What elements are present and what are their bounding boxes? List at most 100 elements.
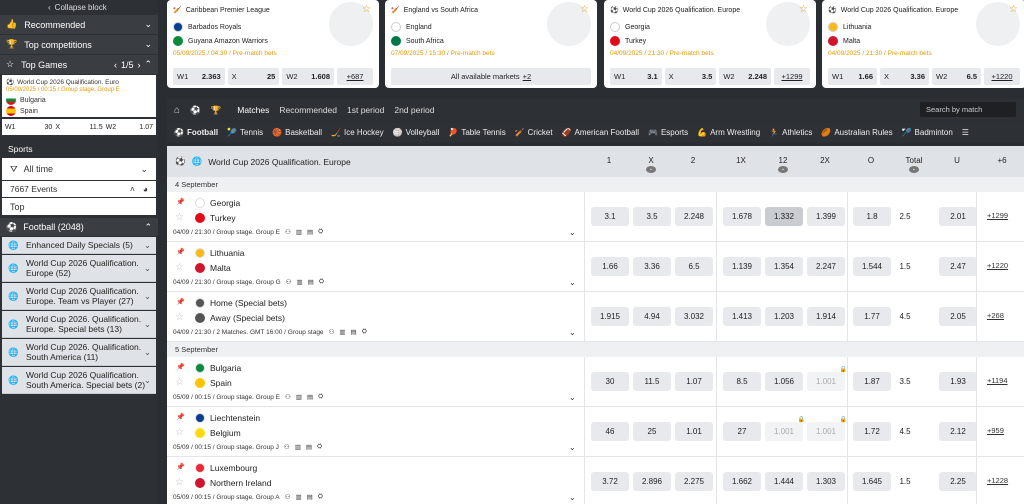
odd-cell[interactable]: 1.645 <box>853 472 891 491</box>
event-info[interactable]: 📌 ☆ Home (Special bets) Away (Special bets)… <box>167 292 585 341</box>
odd-button[interactable]: X 25 <box>227 68 280 85</box>
odd-cell[interactable]: 1.399 <box>807 207 845 226</box>
stats-icon[interactable]: ⚇ <box>285 393 291 401</box>
more-markets-button[interactable]: +1220 <box>984 68 1020 85</box>
star-icon[interactable]: ☆ <box>175 262 184 273</box>
odd-cell[interactable]: 2.248 <box>675 207 713 226</box>
odd-cell[interactable]: 1.662 <box>723 472 761 491</box>
lineup-icon[interactable]: ⛭ <box>318 393 323 401</box>
chevron-down-icon[interactable]: ⌄ <box>569 493 576 502</box>
odd-cell[interactable]: 3.36 <box>633 257 671 276</box>
sidebar-item-top-competitions[interactable]: 🏆 Top competitions ⌄ <box>0 35 158 54</box>
top-match-card[interactable]: ⚽ World Cup 2026 Qualification. Europe ☆ Li… <box>822 0 1024 88</box>
odd-cell[interactable]: 1.87 <box>853 372 891 391</box>
star-icon[interactable]: ☆ <box>175 312 184 323</box>
odd-cell[interactable]: 1.001 🔒 <box>807 417 847 441</box>
top-match-card[interactable]: 🏏 England vs South Africa ☆ England South Af… <box>385 0 597 88</box>
sport-tab-ice-hockey[interactable]: 🏒 Ice Hockey <box>331 128 384 137</box>
odd-x[interactable]: X 11.5 <box>55 124 102 131</box>
championship-title[interactable]: World Cup 2026 Qualification. Europe <box>208 157 351 167</box>
odd-cell[interactable]: 2.247 <box>807 257 845 276</box>
odd-cell[interactable]: 30 <box>591 372 629 391</box>
chart-icon[interactable]: ▥ <box>296 393 302 401</box>
chart-icon[interactable]: ▥ <box>295 493 301 501</box>
stats-icon[interactable]: ⚇ <box>284 443 290 451</box>
sidebar-category[interactable]: 🌐 World Cup 2026 Qualification. South Ame… <box>2 367 156 394</box>
chevron-down-icon[interactable]: ⌄ <box>569 443 576 452</box>
odd-w2[interactable]: W2 1.07 <box>106 124 153 131</box>
odd-cell[interactable]: 1.001 🔒 <box>807 367 847 391</box>
sidebar-category[interactable]: 🌐 World Cup 2026 Qualification. Europe. T… <box>2 283 156 310</box>
more-markets-link[interactable]: +1228 <box>987 476 1008 485</box>
odd-cell[interactable]: 1.056 <box>765 372 803 391</box>
lineup-icon[interactable]: ⛭ <box>318 493 323 501</box>
sport-tab-basketball[interactable]: 🏀 Basketball <box>272 128 322 137</box>
odd-cell[interactable]: 2.01 <box>939 207 977 226</box>
odd-cell[interactable]: 46 <box>591 422 629 441</box>
odd-cell[interactable]: 6.5 <box>675 257 713 276</box>
tab-1st-period[interactable]: 1st period <box>347 105 384 115</box>
odd-button[interactable]: X 3.5 <box>664 68 717 85</box>
odd-cell[interactable]: 1.93 <box>939 372 977 391</box>
prev-icon[interactable]: ‹ <box>114 60 117 70</box>
odd-button[interactable]: W2 6.5 <box>932 68 981 85</box>
odd-cell[interactable]: 4.94 <box>633 307 671 326</box>
event-info[interactable]: 📌 ☆ Luxembourg Northern Ireland 05/09 / 00:1… <box>167 457 585 504</box>
sport-tab-badminton[interactable]: 🏸 Badminton <box>902 128 953 137</box>
star-icon[interactable]: ☆ <box>175 212 184 223</box>
event-info[interactable]: 📌 ☆ Bulgaria Spain 05/09 / 00:15 / Group sta… <box>167 357 585 406</box>
lineup-icon[interactable]: ⛭ <box>362 328 367 336</box>
odd-cell[interactable]: 1.66 <box>591 257 629 276</box>
odd-cell[interactable]: 1.139 <box>723 257 761 276</box>
odd-cell[interactable]: 25 <box>633 422 671 441</box>
pie-icon[interactable]: ◕ <box>143 184 148 194</box>
more-markets-button[interactable]: +687 <box>337 68 374 85</box>
odd-w1[interactable]: W1 30 <box>5 124 52 131</box>
star-icon[interactable]: ☆ <box>175 477 184 488</box>
stats-icon[interactable]: ⚇ <box>285 228 291 236</box>
more-markets-link[interactable]: +1299 <box>987 211 1008 220</box>
table-icon[interactable]: ▤ <box>307 228 313 236</box>
odd-cell[interactable]: 1.332 <box>765 207 803 226</box>
tab-2nd-period[interactable]: 2nd period <box>394 105 434 115</box>
odd-cell[interactable]: 1.72 <box>853 422 891 441</box>
star-icon[interactable]: ☆ <box>1009 4 1018 15</box>
sidebar-category[interactable]: 🌐 World Cup 2026. Qualification. Europe. … <box>2 311 156 338</box>
sidebar-item-top-games[interactable]: ☆ Top Games ‹ 1/5 › ⌃ <box>0 55 158 74</box>
odd-button[interactable]: W2 2.248 <box>719 68 772 85</box>
top-filter[interactable]: Top <box>2 198 156 215</box>
all-markets-button[interactable]: All available markets +2 <box>391 68 591 85</box>
odd-button[interactable]: W1 1.66 <box>828 68 877 85</box>
lineup-icon[interactable]: ⛭ <box>317 443 322 451</box>
odd-cell[interactable]: 2.275 <box>675 472 713 491</box>
odd-cell[interactable]: 8.5 <box>723 372 761 391</box>
table-icon[interactable]: ▤ <box>308 278 314 286</box>
odd-cell[interactable]: 1.915 <box>591 307 629 326</box>
lineup-icon[interactable]: ⛭ <box>319 278 324 286</box>
column-header[interactable]: X ⌄ <box>631 156 671 173</box>
sidebar-item-recommended[interactable]: 👍 Recommended ⌄ <box>0 15 158 34</box>
search-input[interactable]: Search by match <box>920 102 1016 117</box>
more-markets-link[interactable]: +1194 <box>987 376 1008 385</box>
odd-cell[interactable]: 2.05 <box>939 307 977 326</box>
odd-cell[interactable]: 11.5 <box>633 372 671 391</box>
chart-icon[interactable]: ▥ <box>296 228 302 236</box>
sport-tab-esports[interactable]: 🎮 Esports <box>648 128 688 137</box>
pin-icon[interactable]: 📌 <box>176 298 185 306</box>
table-icon[interactable]: ▤ <box>307 393 313 401</box>
chart-icon[interactable]: ▥ <box>297 278 303 286</box>
sidebar-item-football[interactable]: ⚽ Football (2048) ⌃ <box>0 218 158 236</box>
table-icon[interactable]: ▤ <box>351 328 357 336</box>
soccer-ball-icon[interactable]: ⚽ <box>190 105 201 116</box>
chevron-down-icon[interactable]: ⌄ <box>909 166 919 173</box>
odd-cell[interactable]: 2.896 <box>633 472 671 491</box>
stats-icon[interactable]: ⚇ <box>329 328 335 336</box>
odd-cell[interactable]: 1.544 <box>853 257 891 276</box>
pin-icon[interactable]: 📌 <box>176 463 185 471</box>
pin-icon[interactable]: 📌 <box>176 198 185 206</box>
odd-button[interactable]: W2 1.608 <box>282 68 335 85</box>
table-icon[interactable]: ▤ <box>306 443 312 451</box>
top-game-card[interactable]: ⚽ World Cup 2026 Qualification. Euro 05/0… <box>2 75 156 117</box>
sidebar-category[interactable]: 🌐 Enhanced Daily Specials (5) ⌄ <box>2 237 156 254</box>
odd-cell[interactable]: 1.01 <box>675 422 713 441</box>
